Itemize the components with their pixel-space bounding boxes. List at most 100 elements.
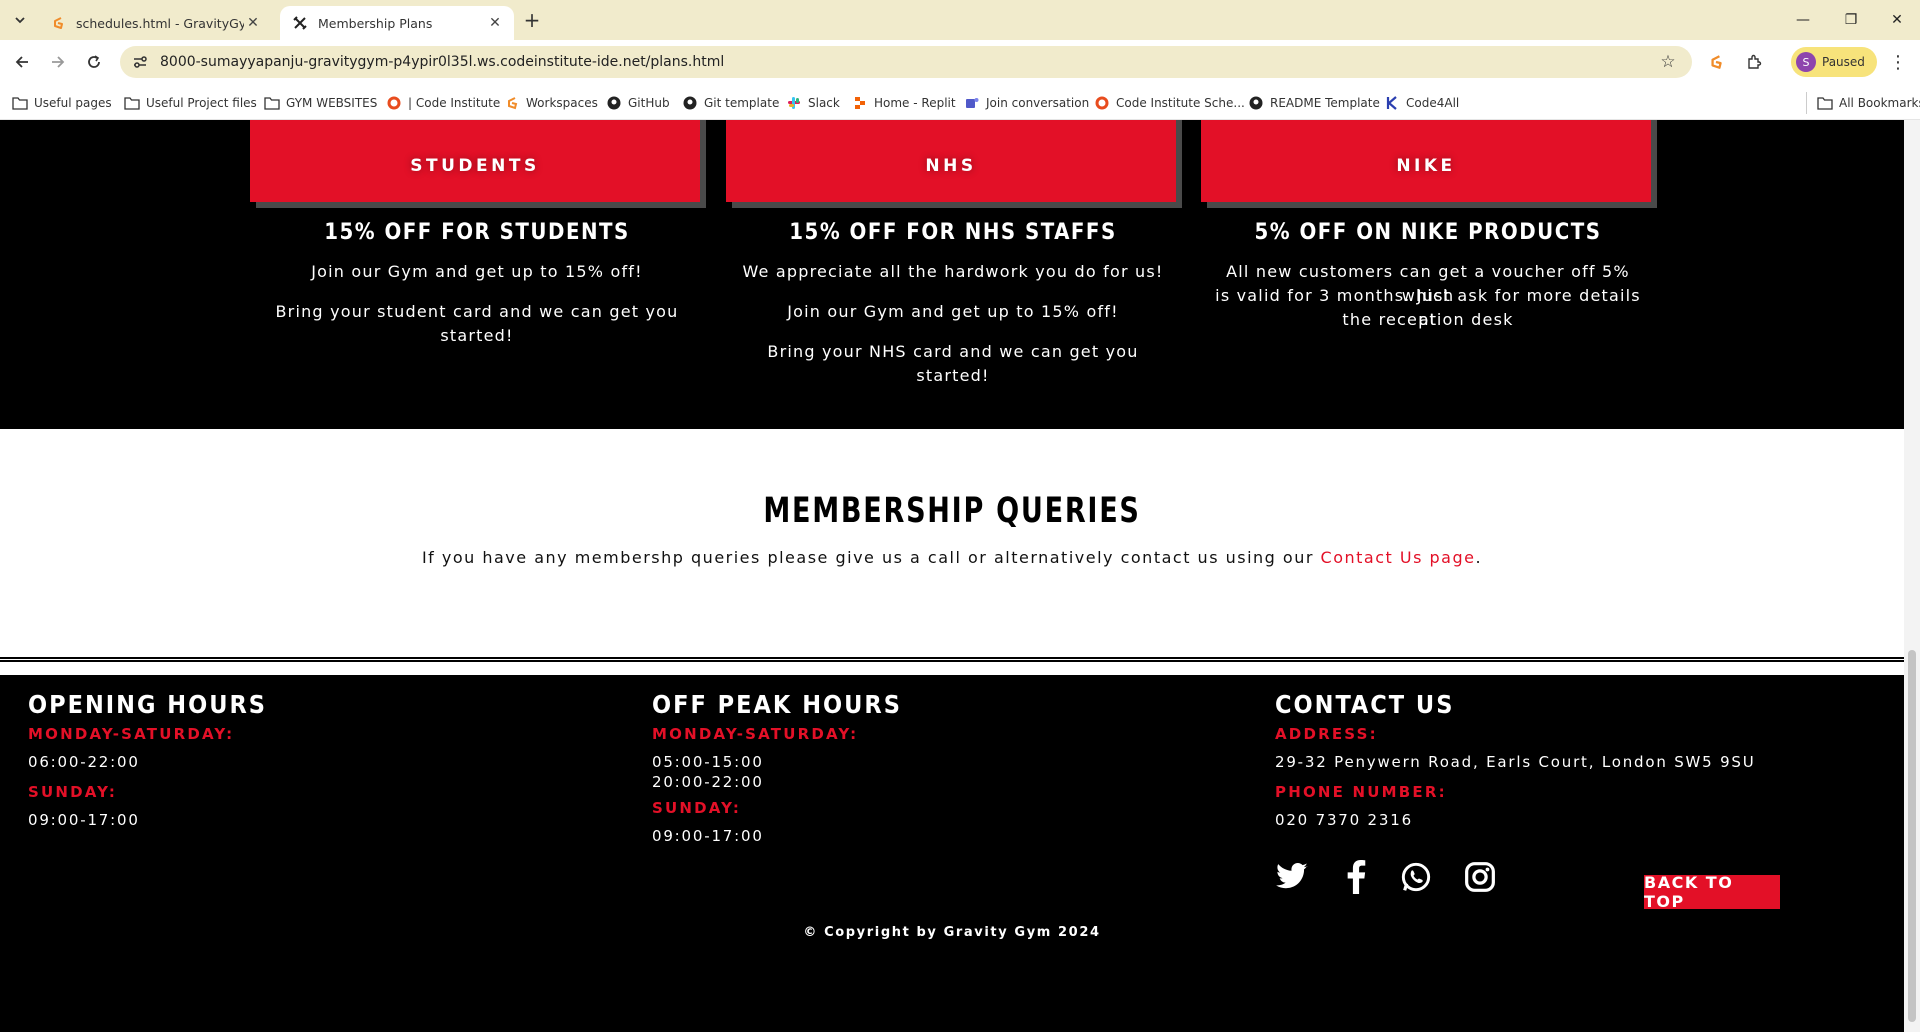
bookmark-label: GitHub — [628, 96, 670, 110]
queries-period: . — [1475, 548, 1483, 567]
tab-search-button[interactable] — [8, 8, 32, 32]
bookmark-workspaces[interactable]: Workspaces — [504, 92, 598, 114]
page-viewport: STUDENTS 15% OFF FOR STUDENTS Join our G… — [0, 120, 1904, 1032]
card-label: NHS — [925, 156, 977, 176]
browser-window: schedules.html - GravityGym - ✕ Membersh… — [0, 0, 1920, 1032]
section-title: MEMBERSHIP QUERIES — [763, 491, 1141, 531]
offer-card: STUDENTS — [250, 120, 700, 202]
day-label: SUNDAY: — [28, 783, 118, 801]
close-window-button[interactable]: ✕ — [1874, 0, 1920, 40]
tab-membership-plans[interactable]: Membership Plans ✕ — [280, 6, 514, 40]
bookmark-readme-template[interactable]: README Template — [1248, 92, 1380, 114]
restore-button[interactable]: ❐ — [1828, 0, 1874, 40]
offer-card: NIKE — [1201, 120, 1651, 202]
folder-icon — [1817, 95, 1833, 111]
address-bar[interactable]: 8000-sumayyapanju-gravitygym-p4ypir0l35l… — [120, 46, 1692, 78]
bookmark-label: GYM WEBSITES — [286, 96, 378, 110]
code-institute-icon — [1094, 95, 1110, 111]
bookmark-github[interactable]: GitHub — [606, 92, 670, 114]
offer-text: started! — [440, 326, 514, 345]
address-value: 29-32 Penywern Road, Earls Court, London… — [1275, 753, 1756, 771]
offer-title: 15% OFF FOR STUDENTS — [324, 220, 630, 245]
url-text: 8000-sumayyapanju-gravitygym-p4ypir0l35l… — [160, 54, 725, 70]
footer-heading: OPENING HOURS — [28, 690, 267, 719]
offer-card: NHS — [726, 120, 1176, 202]
new-tab-button[interactable]: + — [520, 8, 544, 32]
day-label: MONDAY-SATURDAY: — [28, 725, 235, 743]
day-label: MONDAY-SATURDAY: — [652, 725, 859, 743]
code-institute-icon — [386, 95, 402, 111]
site-info-icon[interactable] — [126, 48, 154, 76]
bookmark-label: README Template — [1270, 96, 1380, 110]
bookmark-label: Useful Project files — [146, 96, 257, 110]
page-scrollbar[interactable] — [1904, 120, 1920, 1032]
back-button[interactable] — [8, 48, 36, 76]
bookmark-useful-project-files[interactable]: Useful Project files — [124, 92, 257, 114]
bookmark-label: All Bookmarks — [1839, 96, 1920, 110]
gitpod-extension-icon[interactable] — [1704, 50, 1728, 74]
bookmark-label: Code Institute Sche... — [1116, 96, 1245, 110]
dumbbell-icon — [292, 15, 308, 31]
bookmark-code-institute[interactable]: | Code Institute — [386, 92, 500, 114]
bookmark-code-institute-schedule[interactable]: Code Institute Sche... — [1094, 92, 1245, 114]
forward-button[interactable] — [44, 48, 72, 76]
instagram-icon[interactable] — [1462, 859, 1498, 895]
scrollbar-thumb[interactable] — [1908, 650, 1916, 1022]
bookmark-label: Slack — [808, 96, 840, 110]
bookmark-useful-pages[interactable]: Useful pages — [12, 92, 112, 114]
card-label: NIKE — [1396, 156, 1456, 176]
whatsapp-icon[interactable] — [1398, 859, 1434, 895]
close-icon[interactable]: ✕ — [486, 14, 504, 32]
bookmark-star-icon[interactable]: ☆ — [1658, 52, 1678, 72]
reload-button[interactable] — [80, 48, 108, 76]
offer-title: 5% OFF ON NIKE PRODUCTS — [1254, 220, 1602, 245]
arrow-right-icon — [52, 56, 65, 68]
gitpod-icon — [504, 95, 520, 111]
bookmark-replit[interactable]: Home - Replit — [852, 92, 956, 114]
tab-title: Membership Plans — [318, 15, 433, 31]
bookmark-label: Useful pages — [34, 96, 112, 110]
teams-icon — [964, 95, 980, 111]
phone-label: PHONE NUMBER: — [1275, 783, 1447, 801]
offers-section: STUDENTS 15% OFF FOR STUDENTS Join our G… — [0, 120, 1904, 429]
menu-kebab-icon[interactable]: ⋮ — [1886, 50, 1910, 74]
bookmark-slack[interactable]: Slack — [786, 92, 840, 114]
bookmark-join-conversation[interactable]: Join conversation — [964, 92, 1089, 114]
slack-icon — [786, 95, 802, 111]
tab-strip: schedules.html - GravityGym - ✕ Membersh… — [0, 0, 1920, 40]
folder-icon — [264, 95, 280, 111]
bookmark-label: | Code Institute — [408, 96, 501, 110]
gitpod-icon — [50, 15, 66, 31]
profile-button[interactable]: S Paused — [1791, 47, 1877, 77]
github-icon — [1248, 95, 1264, 111]
tab-schedules[interactable]: schedules.html - GravityGym - ✕ — [38, 6, 272, 40]
replit-icon — [852, 95, 868, 111]
hours-value: 09:00-17:00 — [28, 811, 140, 829]
bookmark-all-bookmarks[interactable]: All Bookmarks — [1806, 92, 1920, 114]
queries-text: If you have any membershp queries please… — [0, 548, 1904, 567]
reload-icon — [88, 55, 100, 68]
hours-value: 05:00-15:00 — [652, 753, 764, 771]
close-icon[interactable]: ✕ — [244, 14, 262, 32]
bookmark-label: Code4All — [1406, 96, 1460, 110]
membership-queries-section: MEMBERSHIP QUERIES If you have any membe… — [0, 429, 1904, 663]
back-to-top-button[interactable]: BACK TO TOP — [1644, 873, 1780, 911]
twitter-icon[interactable] — [1274, 859, 1310, 895]
minimize-button[interactable]: — — [1780, 0, 1826, 40]
card-label: STUDENTS — [410, 156, 540, 176]
folder-icon — [124, 95, 140, 111]
avatar: S — [1796, 52, 1816, 72]
browser-toolbar: 8000-sumayyapanju-gravitygym-p4ypir0l35l… — [0, 40, 1920, 84]
bookmark-git-template[interactable]: Git template — [682, 92, 779, 114]
bookmark-gym-websites[interactable]: GYM WEBSITES — [264, 92, 377, 114]
phone-value: 020 7370 2316 — [1275, 811, 1413, 829]
extensions-puzzle-icon[interactable] — [1742, 50, 1766, 74]
queries-sentence: If you have any membershp queries please… — [421, 548, 1321, 567]
offer-text: We appreciate all the hardwork you do fo… — [742, 262, 1164, 281]
chevron-down-icon — [15, 17, 25, 24]
footer: OPENING HOURS MONDAY-SATURDAY: 06:00-22:… — [0, 675, 1904, 1032]
contact-us-link[interactable]: Contact Us page — [1321, 548, 1476, 567]
bookmark-code4all[interactable]: Code4All — [1384, 92, 1459, 114]
facebook-icon[interactable] — [1338, 859, 1374, 895]
hours-value: 20:00-22:00 — [652, 773, 764, 791]
